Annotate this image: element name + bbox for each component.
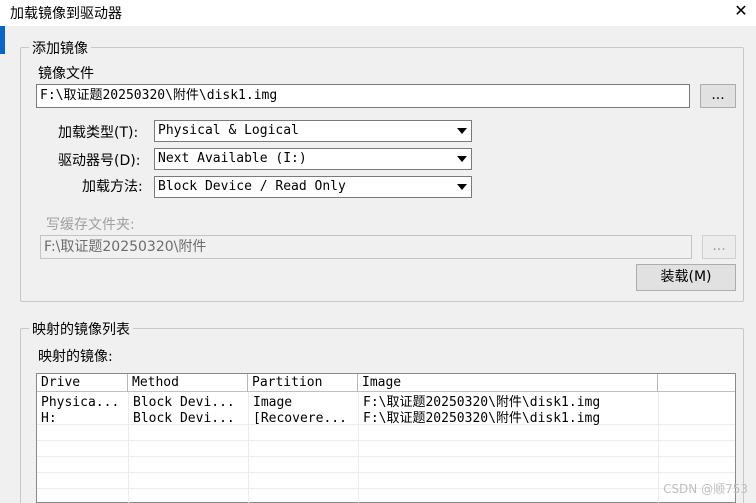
add-image-group-label: 添加镜像 <box>29 38 91 58</box>
cell-drive: Physica... <box>41 395 120 410</box>
table-row[interactable]: Physica... Block Devi... Image F:\取证题202… <box>37 395 735 411</box>
drive-letter-select[interactable]: Next Available (I:) <box>154 148 472 170</box>
column-header-partition[interactable]: Partition <box>248 374 358 392</box>
column-header-image[interactable]: Image <box>358 374 658 392</box>
window-title: 加载镜像到驱动器 <box>10 6 122 22</box>
title-bar: 加载镜像到驱动器 ✕ <box>0 0 756 26</box>
mount-type-value: Physical & Logical <box>158 123 299 138</box>
mount-type-select[interactable]: Physical & Logical <box>154 120 472 142</box>
write-cache-browse-button: ... <box>702 235 736 259</box>
chevron-down-icon[interactable] <box>453 150 470 168</box>
mount-method-value: Block Device / Read Only <box>158 179 346 194</box>
image-file-label: 镜像文件 <box>38 66 94 82</box>
cell-method: Block Devi... <box>133 395 235 410</box>
mapped-images-group-label: 映射的镜像列表 <box>29 319 133 339</box>
cell-partition: [Recovere... <box>253 411 347 426</box>
write-cache-label: 写缓存文件夹: <box>46 217 135 233</box>
mapped-images-label: 映射的镜像: <box>38 349 113 365</box>
row-divider <box>37 456 735 457</box>
window-accent <box>0 26 5 54</box>
mount-button[interactable]: 装载(M) <box>636 264 736 291</box>
drive-letter-label: 驱动器号(D): <box>58 153 141 169</box>
list-header: Drive Method Partition Image <box>37 374 735 392</box>
cell-image: F:\取证题20250320\附件\disk1.img <box>363 395 601 410</box>
chevron-down-icon[interactable] <box>453 122 470 140</box>
write-cache-input: F:\取证题20250320\附件 <box>40 235 692 259</box>
column-header-method[interactable]: Method <box>128 374 248 392</box>
drive-letter-value: Next Available (I:) <box>158 151 307 166</box>
cell-partition: Image <box>253 395 293 410</box>
mount-method-select[interactable]: Block Device / Read Only <box>154 176 472 198</box>
chevron-down-icon[interactable] <box>453 178 470 196</box>
table-row[interactable]: H: Block Devi... [Recovere... F:\取证题2025… <box>37 411 735 427</box>
row-divider <box>37 488 735 489</box>
cell-image: F:\取证题20250320\附件\disk1.img <box>363 411 601 426</box>
column-header-drive[interactable]: Drive <box>37 374 128 392</box>
cell-drive: H: <box>41 411 57 426</box>
image-file-browse-button[interactable]: ... <box>700 84 736 108</box>
mount-type-label: 加载类型(T): <box>58 125 139 141</box>
mount-method-label: 加载方法: <box>82 179 143 195</box>
cell-method: Block Devi... <box>133 411 235 426</box>
row-divider <box>37 440 735 441</box>
row-divider <box>37 472 735 473</box>
close-icon[interactable]: ✕ <box>732 1 750 21</box>
watermark: CSDN @顺753 <box>663 482 748 496</box>
image-file-input[interactable]: F:\取证题20250320\附件\disk1.img <box>36 84 690 108</box>
mapped-images-list[interactable]: Drive Method Partition Image Physica... … <box>36 373 736 503</box>
